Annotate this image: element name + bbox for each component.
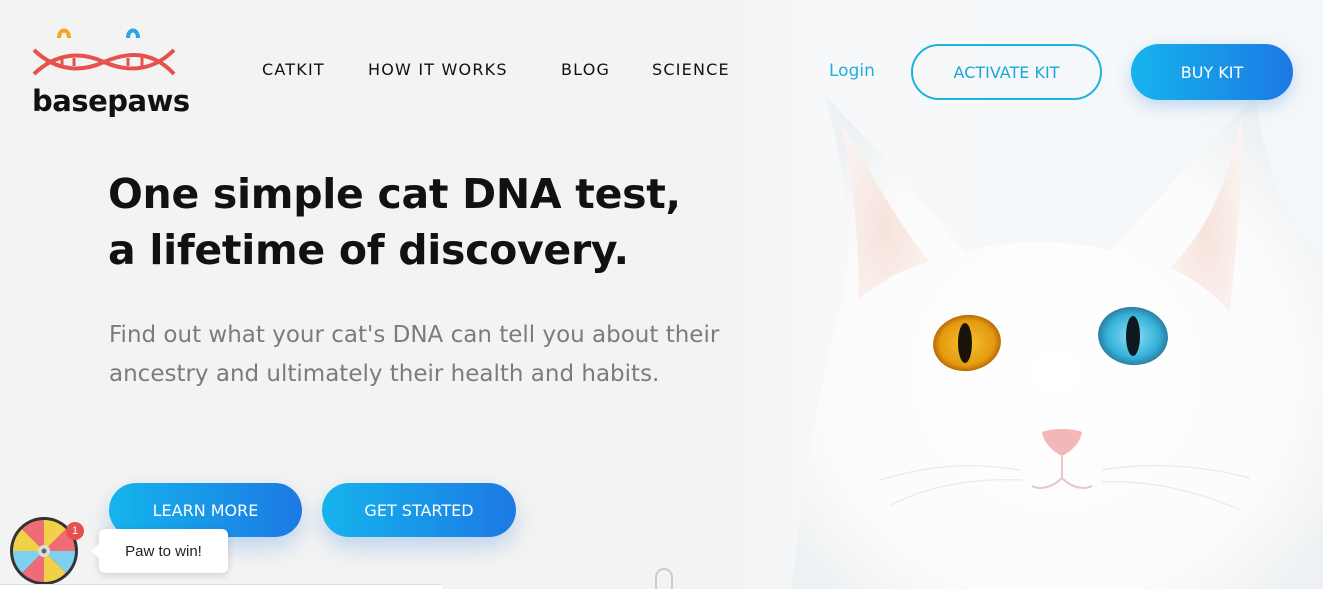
nav-item-catkit[interactable]: CATKIT bbox=[262, 60, 325, 79]
bottom-bar bbox=[0, 584, 442, 589]
scroll-down-indicator[interactable] bbox=[655, 568, 673, 589]
activate-kit-button[interactable]: ACTIVATE KIT bbox=[911, 44, 1102, 100]
brand-logo[interactable]: basepaws bbox=[32, 20, 190, 124]
hero-subtext: Find out what your cat's DNA can tell yo… bbox=[109, 322, 720, 387]
hero-headline-line-1: One simple cat DNA test, bbox=[108, 170, 681, 218]
dna-helix-logo-icon bbox=[32, 28, 176, 76]
nav-item-how-it-works[interactable]: HOW IT WORKS bbox=[368, 60, 508, 79]
buy-kit-button[interactable]: BUY KIT bbox=[1131, 44, 1293, 100]
nav-item-science[interactable]: SCIENCE bbox=[652, 60, 730, 79]
nav-item-blog[interactable]: BLOG bbox=[561, 60, 610, 79]
login-link[interactable]: Login bbox=[829, 61, 875, 81]
get-started-button[interactable]: GET STARTED bbox=[322, 483, 516, 537]
brand-wordmark: basepaws bbox=[32, 84, 190, 118]
paw-to-win-bubble[interactable]: Paw to win! bbox=[91, 529, 228, 573]
hero-headline-line-2: a lifetime of discovery. bbox=[108, 226, 629, 274]
notification-badge: 1 bbox=[66, 522, 84, 540]
hero-headline: One simple cat DNA test, a lifetime of d… bbox=[108, 166, 728, 278]
